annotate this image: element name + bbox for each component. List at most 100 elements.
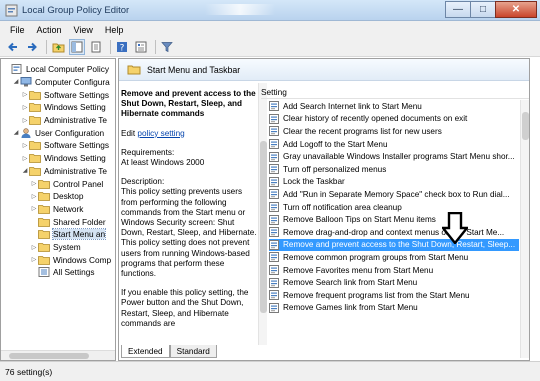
- show-hide-tree-icon: [71, 41, 83, 53]
- tree-item-label: Computer Configura: [35, 76, 110, 87]
- tree-item-label: Start Menu an: [51, 228, 107, 241]
- collapsed-chevron-icon[interactable]: ▷: [30, 256, 38, 263]
- policy-setting-icon: [269, 164, 279, 175]
- tree-item[interactable]: ▷ Control Panel: [30, 177, 104, 190]
- setting-row-label: Remove Favorites menu from Start Menu: [283, 265, 434, 275]
- tree-item-label: Administrative Te: [44, 115, 108, 126]
- menu-file[interactable]: File: [4, 25, 31, 35]
- user-icon: [20, 128, 32, 138]
- forward-button[interactable]: [24, 39, 40, 55]
- menu-bar: File Action View Help: [0, 21, 540, 38]
- collapsed-chevron-icon[interactable]: ▷: [21, 117, 29, 124]
- title-bar: Local Group Policy Editor — □ ✕: [0, 0, 540, 21]
- toolbar-separator: [110, 40, 111, 54]
- tree-item[interactable]: Start Menu an: [30, 228, 107, 241]
- setting-row[interactable]: Remove Games link from Start Menu: [269, 302, 519, 315]
- tree-item[interactable]: ▷ Administrative Te: [21, 114, 107, 127]
- menu-view[interactable]: View: [68, 25, 99, 35]
- settings-list-scrollbar[interactable]: [520, 100, 529, 358]
- setting-row[interactable]: Remove common program groups from Start …: [269, 251, 519, 264]
- setting-row[interactable]: Add Logoff to the Start Menu: [269, 138, 519, 151]
- toolbar: ?: [0, 38, 540, 57]
- requirements-block: Requirements: At least Windows 2000: [121, 148, 257, 168]
- setting-column-header[interactable]: Setting: [261, 87, 529, 99]
- setting-row[interactable]: Remove Search link from Start Menu: [269, 276, 519, 289]
- tree-item[interactable]: ▷ Network: [30, 203, 84, 216]
- policy-setting-icon: [269, 113, 279, 124]
- tree-item[interactable]: All Settings: [30, 266, 95, 279]
- collapsed-chevron-icon[interactable]: ▷: [21, 104, 29, 111]
- tree-item[interactable]: ▷ System: [30, 241, 81, 254]
- description-scrollbar[interactable]: [258, 83, 267, 345]
- tree-item[interactable]: ◢ Administrative Te: [21, 165, 107, 178]
- collapsed-chevron-icon[interactable]: ▷: [21, 155, 29, 162]
- collapsed-chevron-icon[interactable]: ▷: [30, 205, 38, 212]
- setting-row[interactable]: Remove Favorites menu from Start Menu: [269, 264, 519, 277]
- show-hide-tree-button[interactable]: [69, 39, 85, 55]
- scrollbar-thumb[interactable]: [9, 353, 89, 359]
- folder-icon: [29, 90, 41, 100]
- collapsed-chevron-icon[interactable]: ▷: [21, 91, 29, 98]
- maximize-button[interactable]: □: [470, 1, 496, 18]
- policy-setting-icon: [269, 277, 279, 288]
- properties-button[interactable]: [133, 39, 149, 55]
- collapsed-chevron-icon[interactable]: ▷: [21, 142, 29, 149]
- extended-description: Remove and prevent access to the Shut Do…: [121, 89, 257, 345]
- tree-item[interactable]: ▷ Software Settings: [21, 139, 109, 152]
- setting-row-label: Lock the Taskbar: [283, 177, 345, 187]
- tree-item-label: Windows Setting: [44, 102, 106, 113]
- help-button[interactable]: ?: [114, 39, 130, 55]
- tree-item[interactable]: Shared Folder: [30, 215, 106, 228]
- policy-setting-icon: [269, 202, 279, 213]
- scrollbar-thumb[interactable]: [260, 141, 267, 313]
- tree-horizontal-scrollbar[interactable]: [1, 350, 115, 360]
- up-one-level-button[interactable]: [50, 39, 66, 55]
- setting-row[interactable]: Turn off personalized menus: [269, 163, 519, 176]
- tree-item[interactable]: ▷ Software Settings: [21, 88, 109, 101]
- folder-icon: [38, 204, 50, 214]
- setting-row[interactable]: Remove and prevent access to the Shut Do…: [269, 238, 519, 252]
- setting-row[interactable]: Clear the recent programs list for new u…: [269, 125, 519, 138]
- collapsed-chevron-icon[interactable]: ▷: [30, 244, 38, 251]
- collapsed-chevron-icon[interactable]: ▷: [30, 180, 38, 187]
- setting-row[interactable]: Remove Balloon Tips on Start Menu items: [269, 213, 519, 226]
- filter-button[interactable]: [159, 39, 175, 55]
- policy-icon: [11, 64, 23, 75]
- tree-item[interactable]: ◢ Computer Configura: [12, 76, 110, 89]
- back-arrow-icon: [8, 42, 17, 52]
- tree-item[interactable]: ▷ Windows Setting: [21, 101, 106, 114]
- setting-row-label: Remove Balloon Tips on Start Menu items: [283, 215, 436, 225]
- collapsed-chevron-icon[interactable]: ▷: [30, 193, 38, 200]
- tab-extended[interactable]: Extended: [121, 345, 170, 358]
- setting-row[interactable]: Lock the Taskbar: [269, 176, 519, 189]
- policy-setting-link[interactable]: policy setting: [137, 129, 184, 138]
- expanded-chevron-icon[interactable]: ◢: [21, 167, 29, 174]
- setting-row[interactable]: Add Search Internet link to Start Menu: [269, 100, 519, 113]
- folder-icon: [38, 191, 50, 202]
- tab-standard[interactable]: Standard: [169, 345, 217, 358]
- tree-item[interactable]: ◢ User Configuration: [12, 127, 104, 140]
- close-button[interactable]: ✕: [495, 1, 537, 18]
- folder-icon: [29, 153, 41, 164]
- menu-action[interactable]: Action: [31, 25, 68, 35]
- setting-row[interactable]: Turn off notification area cleanup: [269, 201, 519, 214]
- menu-help[interactable]: Help: [99, 25, 130, 35]
- setting-row[interactable]: Remove drag-and-drop and context menus o…: [269, 226, 519, 239]
- tree-item[interactable]: ▷ Desktop: [30, 190, 84, 203]
- folder-icon: [38, 179, 50, 189]
- back-button[interactable]: [5, 39, 21, 55]
- details-header-title: Start Menu and Taskbar: [147, 64, 241, 75]
- expanded-chevron-icon[interactable]: ◢: [12, 78, 20, 85]
- setting-row[interactable]: Remove frequent programs list from the S…: [269, 289, 519, 302]
- setting-row[interactable]: Gray unavailable Windows Installer progr…: [269, 150, 519, 163]
- minimize-button[interactable]: —: [445, 1, 471, 18]
- setting-row[interactable]: Add "Run in Separate Memory Space" check…: [269, 188, 519, 201]
- tree-item[interactable]: ▷ Windows Setting: [21, 152, 106, 165]
- export-list-button[interactable]: [88, 39, 104, 55]
- tree-item[interactable]: Local Computer Policy: [3, 63, 109, 76]
- setting-row[interactable]: Clear history of recently opened documen…: [269, 113, 519, 126]
- scrollbar-thumb[interactable]: [522, 112, 529, 140]
- expanded-chevron-icon[interactable]: ◢: [12, 129, 20, 136]
- tree-item[interactable]: ▷ Windows Comp: [30, 254, 111, 267]
- status-bar: 76 setting(s): [0, 361, 540, 381]
